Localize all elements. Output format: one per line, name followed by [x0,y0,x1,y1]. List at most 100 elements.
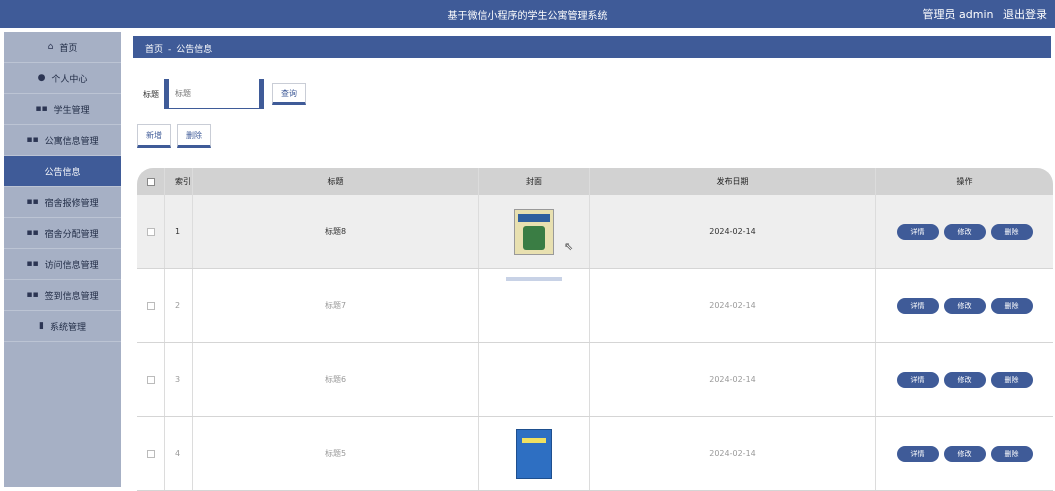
blue-book-cover-image [516,428,552,479]
header-checkbox-cell [137,168,165,195]
sidebar-item-label: 签到信息管理 [44,291,99,302]
edit-button[interactable]: 修改 [943,445,986,462]
row-index: 1 [165,195,193,268]
main-content: 首页-公告信息 标题 查询 新增 删除 索引 标题 封面 发布日期 操作 1 标… [121,32,1055,491]
sidebar-item-allocation[interactable]: ▪▪ 宿舍分配管理 [4,218,121,249]
row-checkbox[interactable] [146,449,155,458]
logout-link[interactable]: 退出登录 [1003,8,1047,21]
delete-button[interactable]: 删除 [990,297,1033,314]
row-title: 标题5 [193,417,479,490]
sidebar-item-label: 首页 [59,43,78,54]
row-date: 2024-02-14 [590,343,876,416]
user-icon: ● [37,73,46,83]
header-cover: 封面 [479,168,590,195]
grid-icon: ▪▪ [26,197,39,207]
row-cover [479,343,590,416]
edit-button[interactable]: 修改 [943,371,986,388]
table-row: 1 标题8 2024-02-14 详情 修改 删除 [137,195,1053,269]
sidebar-item-profile[interactable]: ● 个人中心 [4,63,121,94]
sidebar-item-system[interactable]: ▮ 系统管理 [4,311,121,342]
row-cover [479,195,590,268]
edit-button[interactable]: 修改 [943,223,986,240]
row-index: 2 [165,269,193,342]
search-bar: 标题 查询 [143,79,306,109]
row-title: 标题6 [193,343,479,416]
title-search-input[interactable] [164,79,264,109]
sidebar-item-label: 系统管理 [49,322,86,333]
grid-icon: ▪▪ [26,135,39,145]
breadcrumb-separator: - [168,45,172,55]
grid-icon: ▪▪ [35,104,48,114]
add-button[interactable]: 新增 [137,124,171,148]
sidebar-item-visits[interactable]: ▪▪ 访问信息管理 [4,249,121,280]
sidebar-item-label: 访问信息管理 [44,260,99,271]
sidebar-item-label: 个人中心 [51,74,88,85]
sidebar-item-students[interactable]: ▪▪ 学生管理 [4,94,121,125]
grid-icon: ▪▪ [26,259,39,269]
sidebar: ⌂ 首页 ● 个人中心 ▪▪ 学生管理 ▪▪ 公寓信息管理 公告信息 ▪▪ 宿舍报修管理 … [4,32,121,487]
row-checkbox[interactable] [146,301,155,310]
user-name: 管理员 admin [922,8,994,21]
sidebar-item-label: 学生管理 [53,105,90,116]
select-all-checkbox[interactable] [146,177,155,186]
row-cover [479,269,590,342]
batch-delete-button[interactable]: 删除 [177,124,211,148]
row-checkbox-cell [137,343,165,416]
row-checkbox-cell [137,195,165,268]
sidebar-item-label: 公寓信息管理 [44,136,99,147]
table-row: 4 标题5 2024-02-14 详情 修改 删除 [137,417,1053,491]
mouse-cursor-icon: ⇖ [564,240,574,253]
sidebar-item-label: 宿舍报修管理 [44,198,99,209]
table-header: 索引 标题 封面 发布日期 操作 [137,168,1053,195]
lock-icon: ▮ [39,321,44,331]
detail-button[interactable]: 详情 [896,223,939,240]
header-index: 索引 [165,168,193,195]
row-checkbox-cell [137,417,165,490]
row-date: 2024-02-14 [590,269,876,342]
top-bar: 基于微信小程序的学生公寓管理系统 管理员 admin 退出登录 [0,0,1055,28]
row-date: 2024-02-14 [590,417,876,490]
sidebar-item-repairs[interactable]: ▪▪ 宿舍报修管理 [4,187,121,218]
cover-image-placeholder [506,277,562,281]
row-title: 标题7 [193,269,479,342]
row-index: 3 [165,343,193,416]
action-bar: 新增 删除 [137,124,211,148]
row-actions: 详情 修改 删除 [876,417,1053,490]
sidebar-item-label: 宿舍分配管理 [44,229,99,240]
query-button[interactable]: 查询 [272,83,306,105]
breadcrumb-home[interactable]: 首页 [145,45,163,55]
home-icon: ⌂ [47,42,54,52]
row-checkbox[interactable] [146,227,155,236]
sidebar-item-label: 公告信息 [44,167,81,178]
sidebar-item-home[interactable]: ⌂ 首页 [4,32,121,63]
row-checkbox-cell [137,269,165,342]
edit-button[interactable]: 修改 [943,297,986,314]
search-label: 标题 [143,89,159,99]
grid-icon: ▪▪ [26,228,39,238]
row-title: 标题8 [193,195,479,268]
grid-icon: ▪▪ [26,290,39,300]
detail-button[interactable]: 详情 [896,445,939,462]
table-row: 3 标题6 2024-02-14 详情 修改 删除 [137,343,1053,417]
sidebar-item-announcements[interactable]: 公告信息 [4,156,121,187]
sidebar-item-signin[interactable]: ▪▪ 签到信息管理 [4,280,121,311]
row-cover [479,417,590,490]
sidebar-item-apartments[interactable]: ▪▪ 公寓信息管理 [4,125,121,156]
user-area: 管理员 admin 退出登录 [917,6,1047,22]
header-actions: 操作 [956,177,973,186]
row-actions: 详情 修改 删除 [876,269,1053,342]
book-cover-image [514,208,554,255]
breadcrumb-current: 公告信息 [176,45,213,55]
header-date: 发布日期 [590,168,876,195]
row-actions: 详情 修改 删除 [876,195,1053,268]
breadcrumb: 首页 - 公告信息 [133,36,1051,58]
table-row: 2 标题7 2024-02-14 详情 修改 删除 [137,269,1053,343]
app-title: 基于微信小程序的学生公寓管理系统 [447,11,608,22]
row-checkbox[interactable] [146,375,155,384]
delete-button[interactable]: 删除 [990,445,1033,462]
detail-button[interactable]: 详情 [896,297,939,314]
delete-button[interactable]: 删除 [990,371,1033,388]
delete-button[interactable]: 删除 [990,223,1033,240]
header-title: 标题 [193,168,479,195]
detail-button[interactable]: 详情 [896,371,939,388]
